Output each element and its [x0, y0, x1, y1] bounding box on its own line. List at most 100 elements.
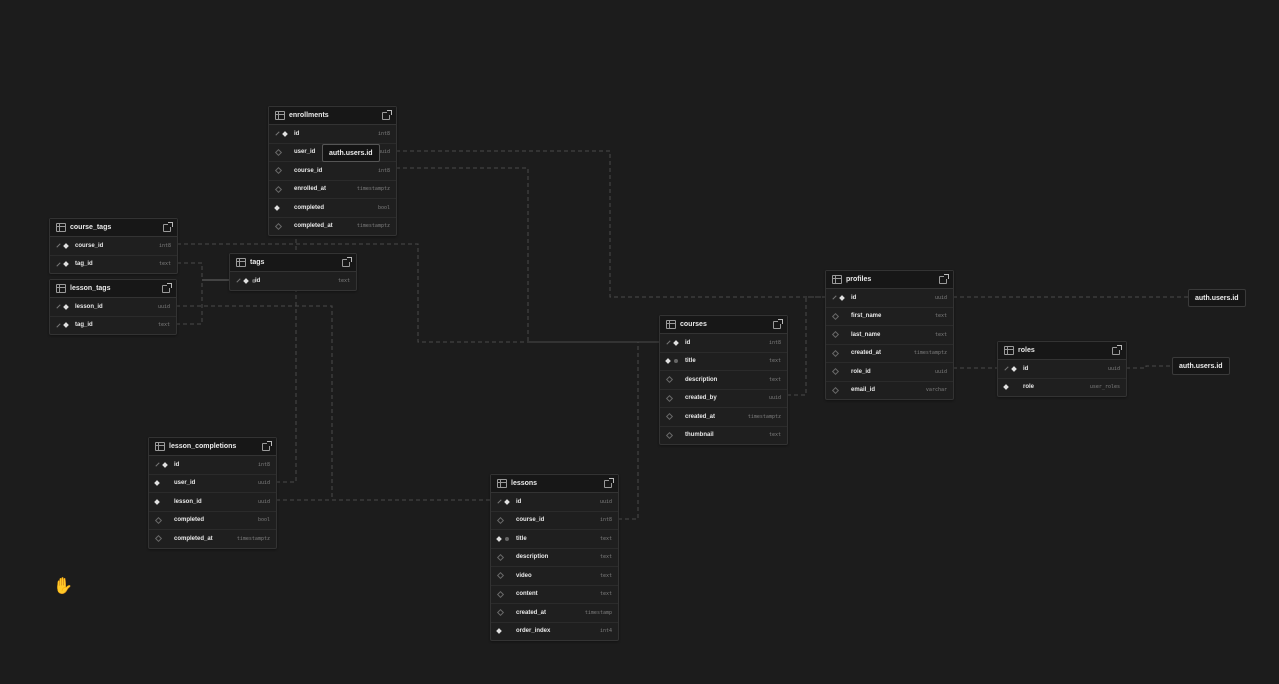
- column-list: id int8 user_id uuid lesson_id uuid completed b…: [149, 456, 276, 548]
- hand-grab-icon: ✋: [53, 576, 73, 595]
- column-type: int8: [599, 517, 612, 524]
- column-icons: [154, 516, 168, 524]
- column-icons: [497, 498, 510, 505]
- non-nullable-icon: [282, 130, 288, 137]
- column-row-lesson-id[interactable]: lesson_id uuid: [50, 298, 176, 317]
- column-row-order-index[interactable]: order_index int4: [491, 623, 618, 641]
- column-name: description: [685, 376, 718, 383]
- column-row-id[interactable]: id int8: [269, 125, 396, 144]
- column-name: lesson_id: [174, 498, 202, 505]
- open-table-icon[interactable]: [382, 110, 392, 120]
- column-icons: [154, 480, 168, 487]
- nullable-icon: [665, 413, 674, 421]
- column-icons: [1004, 365, 1017, 372]
- column-row-content[interactable]: content text: [491, 586, 618, 604]
- non-nullable-icon: [162, 461, 168, 468]
- column-row-id[interactable]: id uuid: [491, 493, 618, 512]
- column-row-video[interactable]: video text: [491, 567, 618, 586]
- nullable-icon: [831, 312, 840, 320]
- open-table-icon[interactable]: [1112, 345, 1122, 355]
- column-list: course_id int8 tag_id text: [50, 237, 177, 273]
- column-list: id int8 title text description text created_by…: [660, 334, 787, 444]
- column-list: id text: [230, 272, 356, 290]
- open-table-icon[interactable]: [773, 319, 783, 329]
- column-row-created-at[interactable]: created_at timestamptz: [660, 408, 787, 427]
- external-ref-auth-users-roles[interactable]: auth.users.id: [1172, 357, 1230, 375]
- column-row-completed[interactable]: completed bool: [269, 199, 396, 218]
- column-name: course_id: [516, 517, 545, 524]
- column-row-email-id[interactable]: email_id varchar: [826, 382, 953, 400]
- column-row-description[interactable]: description text: [660, 371, 787, 390]
- column-type: text: [157, 322, 170, 329]
- column-icons: [831, 349, 845, 357]
- column-row-first-name[interactable]: first_name text: [826, 308, 953, 326]
- open-table-icon[interactable]: [939, 274, 949, 284]
- column-row-created-at[interactable]: created_at timestamptz: [826, 345, 953, 363]
- non-nullable-icon: [504, 498, 510, 505]
- column-row-lesson-id[interactable]: lesson_id uuid: [149, 493, 276, 512]
- open-table-icon[interactable]: [162, 283, 172, 293]
- column-icons: [665, 376, 679, 384]
- table-profiles[interactable]: profiles id uuid first_name text last_name te…: [825, 270, 954, 400]
- column-row-completed[interactable]: completed bool: [149, 512, 276, 530]
- table-title: lesson_tags: [70, 285, 111, 292]
- column-type: text: [934, 331, 947, 338]
- table-courses[interactable]: courses id int8 title text description text cr…: [659, 315, 788, 445]
- column-type: int4: [599, 628, 612, 635]
- column-row-course-id[interactable]: course_id int8: [269, 162, 396, 181]
- non-nullable-icon: [154, 480, 160, 487]
- column-row-tag-id[interactable]: tag_id text: [50, 317, 176, 335]
- column-row-completed-at[interactable]: completed_at timestamptz: [269, 218, 396, 236]
- column-row-created-at[interactable]: created_at timestamp: [491, 604, 618, 623]
- column-row-role[interactable]: role user_roles: [998, 379, 1126, 397]
- open-table-icon[interactable]: [163, 222, 173, 232]
- column-type: bool: [377, 204, 390, 211]
- column-list: id int8 user_id uuid course_id int8 enrolled_a…: [269, 125, 396, 235]
- table-lesson-tags[interactable]: lesson_tags lesson_id uuid tag_id text: [49, 279, 177, 335]
- column-row-id[interactable]: id int8: [660, 334, 787, 353]
- nullable-icon: [274, 185, 283, 193]
- column-row-id[interactable]: id uuid: [998, 360, 1126, 379]
- open-table-icon[interactable]: [262, 441, 272, 451]
- edge-lessons-courses: [618, 341, 660, 520]
- table-tags[interactable]: tags id text: [229, 253, 357, 291]
- column-type: text: [599, 572, 612, 579]
- column-row-id[interactable]: id int8: [149, 456, 276, 475]
- column-row-course-id[interactable]: course_id int8: [491, 512, 618, 530]
- open-table-icon[interactable]: [342, 257, 352, 267]
- column-row-created-by[interactable]: created_by uuid: [660, 390, 787, 408]
- table-enrollments[interactable]: enrollments id int8 user_id uuid course_id in…: [268, 106, 397, 236]
- column-row-id[interactable]: id uuid: [826, 289, 953, 308]
- column-type: timestamptz: [913, 350, 947, 357]
- external-ref-auth-users-profiles[interactable]: auth.users.id: [1188, 289, 1246, 307]
- column-row-tag-id[interactable]: tag_id text: [50, 256, 177, 274]
- column-row-title[interactable]: title text: [491, 530, 618, 549]
- table-header: enrollments: [269, 107, 396, 125]
- column-row-role-id[interactable]: role_id uuid: [826, 363, 953, 382]
- column-row-user-id[interactable]: user_id uuid: [149, 475, 276, 493]
- table-lesson-completions[interactable]: lesson_completions id int8 user_id uuid less…: [148, 437, 277, 549]
- column-row-completed-at[interactable]: completed_at timestamptz: [149, 530, 276, 548]
- column-type: uuid: [257, 498, 270, 505]
- table-lessons[interactable]: lessons id uuid course_id int8 title text desc…: [490, 474, 619, 641]
- column-row-thumbnail[interactable]: thumbnail text: [660, 427, 787, 445]
- column-icons: [665, 358, 679, 365]
- nullable-icon: [831, 368, 840, 376]
- nullable-icon: [496, 572, 505, 580]
- column-row-course-id[interactable]: course_id int8: [50, 237, 177, 256]
- edge-coursetags-tags: [177, 262, 229, 281]
- table-roles[interactable]: roles id uuid role user_roles: [997, 341, 1127, 397]
- column-row-description[interactable]: description text: [491, 549, 618, 567]
- table-course-tags[interactable]: course_tags course_id int8 tag_id text: [49, 218, 178, 274]
- column-row-last-name[interactable]: last_name text: [826, 326, 953, 345]
- edge-enrollments-profiles: [396, 150, 826, 298]
- table-header: lessons: [491, 475, 618, 493]
- column-name: id: [851, 294, 857, 301]
- column-row-title[interactable]: title text: [660, 353, 787, 371]
- column-row-enrolled-at[interactable]: enrolled_at timestamptz: [269, 181, 396, 199]
- open-table-icon[interactable]: [604, 478, 614, 488]
- primary-key-icon: [56, 323, 61, 328]
- column-row-id[interactable]: id text: [230, 272, 356, 290]
- column-name: email_id: [851, 387, 876, 394]
- column-type: text: [768, 432, 781, 439]
